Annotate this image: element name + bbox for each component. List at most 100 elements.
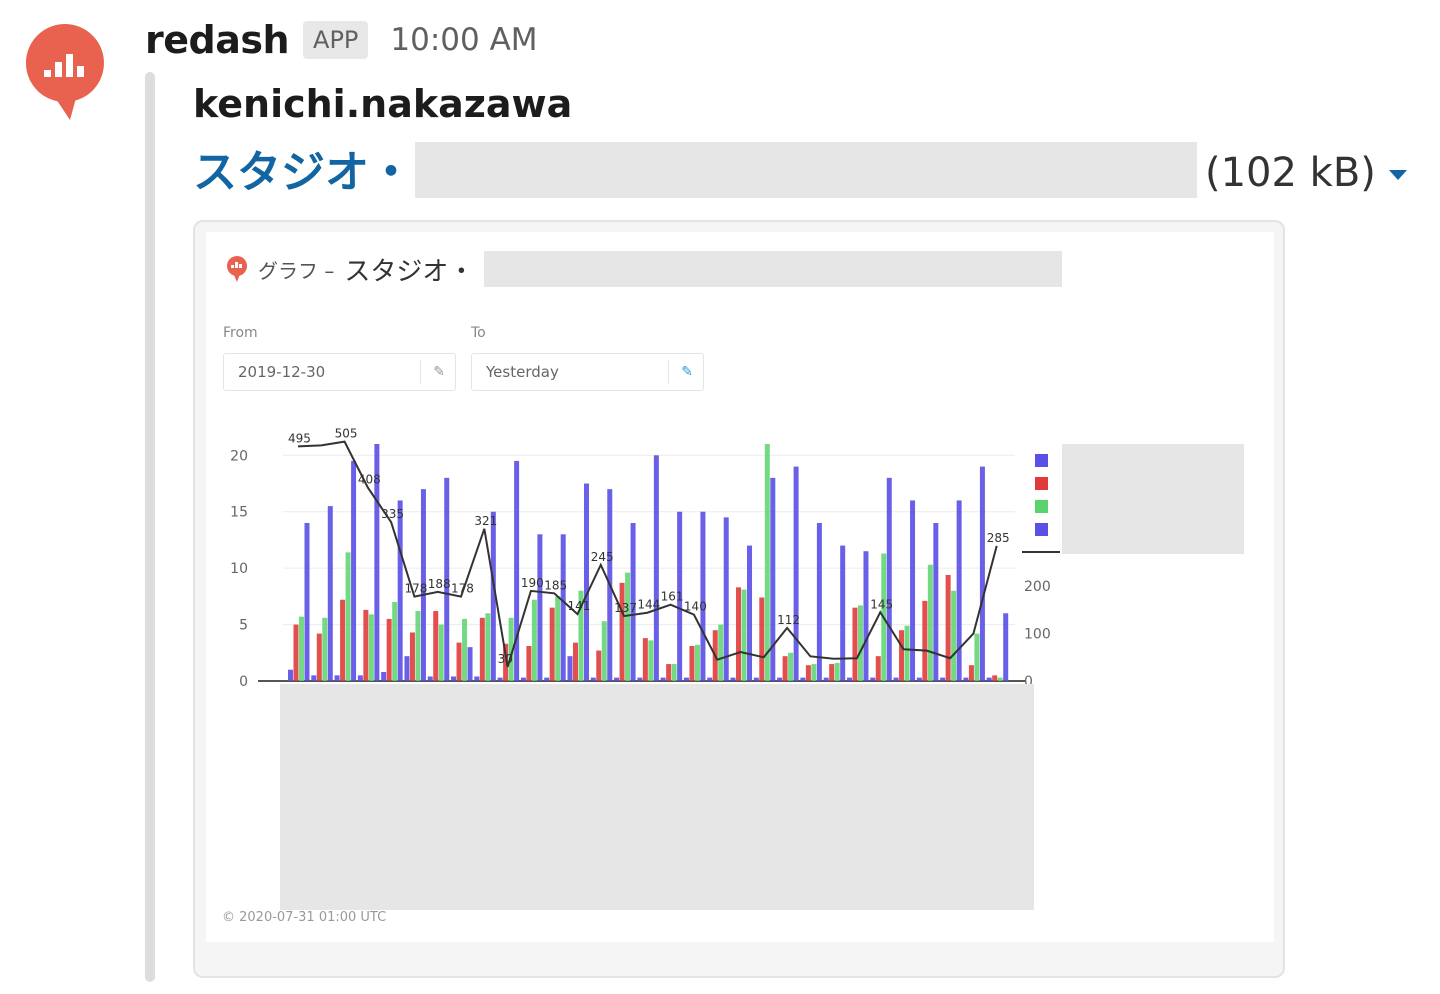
bar [345,552,351,681]
data-label: 145 [870,597,893,611]
bar [863,551,869,681]
bar [456,642,462,681]
data-label: 137 [614,601,637,615]
bar [299,616,304,681]
bar [555,596,561,681]
bar [689,646,695,681]
bar [945,574,951,681]
y-left-tick-label: 5 [239,618,248,634]
bar [415,611,421,681]
bar [922,600,928,681]
bar [590,677,596,681]
bar [497,677,503,681]
bar [671,664,677,681]
data-label: 505 [335,427,358,441]
bar [386,618,392,681]
bar [311,675,317,681]
bar [1003,613,1009,681]
data-label: 141 [567,599,590,613]
bar [392,602,398,681]
bar [927,564,933,681]
bar [351,460,357,681]
redacted-legend [1062,444,1244,554]
bar [549,607,555,681]
bar [940,677,946,681]
bar [467,647,473,681]
bar [730,677,736,681]
y-left-tick-label: 15 [230,505,248,521]
bar [782,656,788,681]
bar [648,640,654,681]
legend-swatch [1035,477,1048,490]
data-label: 185 [544,578,567,592]
bar [793,466,799,681]
data-label: 335 [381,507,404,521]
legend-swatch [1035,523,1048,536]
bar [560,534,566,681]
bar [875,656,881,681]
bar [381,671,387,681]
bar [322,617,328,681]
bar [479,617,485,681]
bar [404,656,410,681]
bar [829,664,835,681]
bar [660,677,666,681]
bar [840,545,846,681]
bar [614,677,620,681]
y-left-tick-label: 0 [239,674,248,690]
y-right-tick-label: 200 [1024,579,1051,595]
bar [992,675,998,681]
bar [893,677,899,681]
bar [642,638,648,681]
bar [910,500,916,681]
data-label: 178 [404,582,427,596]
render-timestamp: © 2020-07-31 01:00 UTC [222,910,387,925]
bar [800,677,806,681]
bar [462,618,468,681]
bar [544,677,550,681]
bar [805,665,811,681]
bar [514,460,520,681]
bar [753,677,759,681]
bar [759,597,765,681]
bar [834,662,840,681]
bar [293,624,299,681]
bar [857,605,863,681]
bar [397,500,403,681]
bar [694,644,700,681]
data-label: 188 [428,577,451,591]
bar [736,587,742,681]
data-label: 144 [637,598,660,612]
bar [368,614,374,681]
redacted-data-table [280,684,1034,910]
bar [852,607,858,681]
bar [777,677,783,681]
y-left-tick-label: 20 [230,448,248,464]
bar [666,664,672,681]
bar [334,675,340,681]
bar [683,677,689,681]
data-label: 30 [498,652,513,666]
bar [718,624,724,681]
data-label: 190 [521,576,544,590]
y-left-tick-label: 10 [230,561,248,577]
bar [526,646,532,681]
legend-swatch [1035,454,1048,467]
bar [619,582,625,681]
bar [741,589,747,681]
series-line [297,440,998,668]
bar [886,477,892,681]
bar [567,656,573,681]
y-right-tick-label: 100 [1024,627,1051,643]
data-label: 112 [777,613,800,627]
bar [870,677,876,681]
bar [304,523,310,681]
bar [363,609,369,681]
legend-swatch [1035,500,1048,513]
bar [846,677,852,681]
data-label: 285 [987,531,1010,545]
bar [997,677,1003,681]
bar [916,677,922,681]
data-label: 495 [288,431,311,445]
bar [968,665,974,681]
